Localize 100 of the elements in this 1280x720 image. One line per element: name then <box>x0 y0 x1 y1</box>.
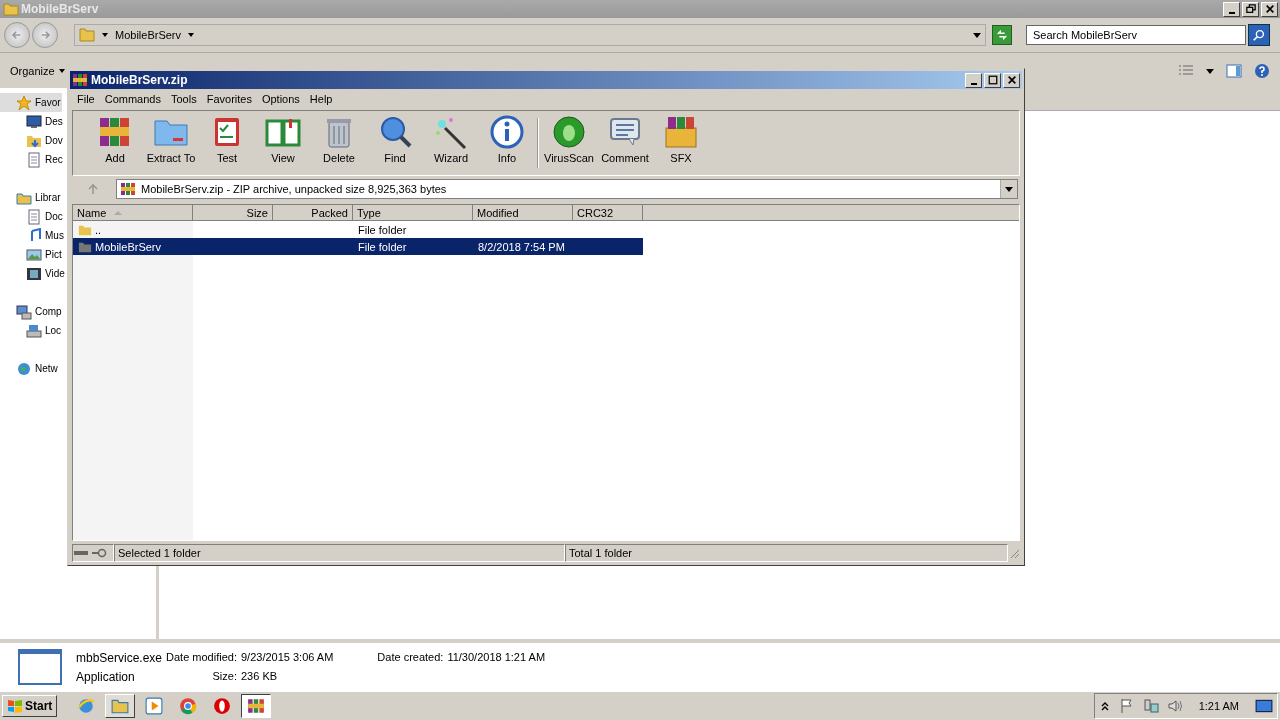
caret-icon <box>57 66 66 75</box>
sidebar-item[interactable]: Netw <box>0 359 59 378</box>
toolbar-button[interactable]: Wizard <box>423 114 479 172</box>
file-type: Application <box>76 669 136 684</box>
globe-icon <box>16 360 32 377</box>
folder-icon <box>111 697 130 715</box>
status-text: Selected 1 folder <box>114 544 565 562</box>
caret-icon[interactable] <box>187 31 196 39</box>
box-icon <box>663 114 699 150</box>
column-header[interactable]: Size <box>193 205 273 221</box>
toolbar-button[interactable]: Extract To <box>143 114 199 172</box>
sidebar-item[interactable]: Dov <box>0 131 64 150</box>
help-icon[interactable] <box>1254 62 1270 79</box>
books-icon <box>72 72 88 88</box>
minimize-button[interactable] <box>965 72 982 88</box>
sidebar-item[interactable]: Librar <box>0 188 62 207</box>
drive-icon <box>26 322 42 339</box>
search-icon <box>1252 28 1266 42</box>
folder-icon <box>79 27 95 43</box>
toolbar-button[interactable]: Info <box>479 114 535 172</box>
menu-item[interactable]: Help <box>304 92 338 105</box>
caret-icon[interactable] <box>101 31 109 39</box>
sidebar-item[interactable]: Doc <box>0 207 64 226</box>
organize-button[interactable]: Organize <box>8 64 68 77</box>
refresh-icon <box>995 28 1009 42</box>
menu-item[interactable]: Commands <box>99 92 166 105</box>
caret-icon[interactable] <box>1206 66 1214 75</box>
menu-item[interactable]: File <box>72 92 100 105</box>
file-row[interactable]: MobileBrServ File folder 8/2/2018 7:54 PM <box>73 238 643 255</box>
sidebar-item[interactable]: Mus <box>0 226 65 245</box>
clock[interactable]: 1:21 AM <box>1190 700 1247 712</box>
star-icon <box>16 94 32 111</box>
taskbar-button[interactable] <box>241 694 272 718</box>
column-header[interactable]: Packed <box>273 205 353 221</box>
toolbar-button[interactable]: SFX <box>653 114 709 172</box>
restore-icon <box>1245 4 1256 14</box>
caret-icon[interactable] <box>973 31 981 39</box>
minimize-icon <box>1228 11 1235 14</box>
breadcrumb[interactable]: MobileBrServ <box>115 29 182 41</box>
sidebar-item[interactable]: Favor <box>0 93 62 112</box>
network-icon[interactable] <box>1142 698 1159 714</box>
toolbar-button[interactable]: VirusScan <box>541 114 597 172</box>
sidebar-item[interactable]: Loc <box>0 321 63 340</box>
minimize-icon <box>970 82 977 85</box>
flag-icon[interactable] <box>1118 698 1135 714</box>
refresh-button[interactable] <box>992 25 1012 45</box>
search-field[interactable]: Search MobileBrServ <box>1026 25 1246 45</box>
info-icon <box>489 114 525 150</box>
minimize-button[interactable] <box>1223 1 1240 17</box>
menu-item[interactable]: Favorites <box>201 92 257 105</box>
books-icon <box>247 697 266 715</box>
menu-item[interactable]: Tools <box>166 92 202 105</box>
books-icon <box>120 181 136 197</box>
sidebar-item[interactable]: Des <box>0 112 64 131</box>
field-value: 11/30/2018 1:21 AM <box>447 650 546 665</box>
toolbar-button[interactable]: Comment <box>597 114 653 172</box>
maximize-icon <box>987 75 998 85</box>
close-button[interactable] <box>1261 1 1278 17</box>
file-row[interactable]: .. File folder <box>73 221 643 238</box>
maximize-button[interactable] <box>984 72 1001 88</box>
address-bar[interactable]: MobileBrServ <box>74 24 986 46</box>
path-combo[interactable]: MobileBrServ.zip - ZIP archive, unpacked size 8,925,363 bytes <box>116 179 1018 199</box>
start-button[interactable]: Start <box>2 695 58 717</box>
opera-icon <box>213 697 232 715</box>
document-icon <box>26 208 42 225</box>
toolbar-button[interactable]: Delete <box>311 114 367 172</box>
close-icon <box>1006 75 1017 85</box>
toolbar-button[interactable]: View <box>255 114 311 172</box>
menu-item[interactable]: Options <box>256 92 305 105</box>
document-icon <box>26 151 42 168</box>
resize-grip-icon[interactable] <box>1008 547 1020 559</box>
close-button[interactable] <box>1003 72 1020 88</box>
sidebar-item[interactable]: Comp <box>0 302 63 321</box>
windows-logo-icon <box>7 698 23 714</box>
sidebar-item[interactable]: Vide <box>0 264 66 283</box>
chrome-icon <box>179 697 198 715</box>
toolbar-button[interactable]: Find <box>367 114 423 172</box>
monitor-icon <box>26 113 42 130</box>
play-icon <box>145 697 164 715</box>
field-value: 9/23/2015 3:06 AM <box>241 650 334 665</box>
column-header[interactable]: CRC32 <box>573 205 643 221</box>
column-header[interactable]: Modified <box>473 205 573 221</box>
field-label: Date created: <box>376 650 444 665</box>
toolbar-button[interactable]: Add <box>87 114 143 172</box>
file-name: mbbService.exe <box>76 650 163 665</box>
sidebar-item[interactable]: Rec <box>0 150 64 169</box>
preview-pane-icon[interactable] <box>1226 62 1242 79</box>
search-button[interactable] <box>1248 24 1270 46</box>
caret-icon[interactable] <box>1005 185 1013 193</box>
window-icon <box>18 649 62 685</box>
toolbar-button[interactable]: Test <box>199 114 255 172</box>
speaker-icon[interactable] <box>1166 698 1183 714</box>
column-header[interactable]: Type <box>353 205 473 221</box>
field-value: 236 KB <box>241 669 279 684</box>
close-icon <box>1264 4 1275 14</box>
sidebar-item[interactable]: Pict <box>0 245 63 264</box>
field-label: Date modified: <box>166 650 237 665</box>
window-title: MobileBrServ.zip <box>91 73 188 87</box>
restore-button[interactable] <box>1242 1 1259 17</box>
show-desktop-icon[interactable] <box>1255 697 1273 715</box>
